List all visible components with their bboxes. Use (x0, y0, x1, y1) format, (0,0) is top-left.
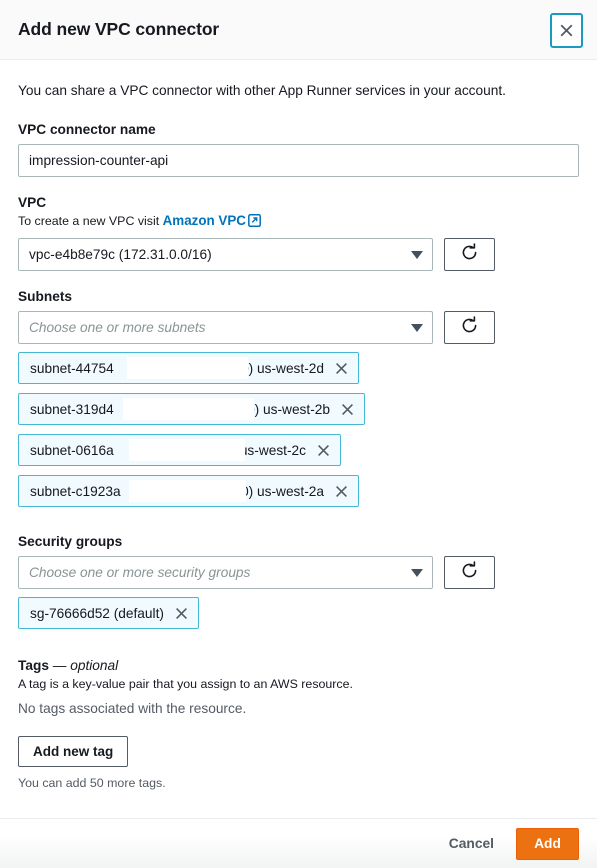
tags-heading-dash: — (48, 658, 71, 674)
subnet-token: subnet-44754 /20) us-west-2d (18, 352, 359, 385)
chevron-down-icon (411, 568, 423, 577)
security-groups-field: Security groups Choose one or more secur… (18, 534, 579, 638)
subnet-token: subnet-0616a 20) us-west-2c (18, 434, 341, 467)
vpc-field: VPC To create a new VPC visit Amazon VPC… (18, 195, 579, 272)
tags-heading-main: Tags (18, 658, 49, 674)
subnet-token-prefix: subnet-319d4 (30, 401, 114, 417)
subnet-token-prefix: subnet-c1923a (30, 483, 121, 499)
subnets-field: Subnets Choose one or more subnets subne… (18, 289, 579, 516)
subnet-token-remove-button[interactable] (316, 443, 331, 458)
vpc-label: VPC (18, 194, 47, 210)
close-icon (558, 22, 575, 39)
subnet-token-prefix: subnet-0616a (30, 442, 114, 458)
vpc-select[interactable]: vpc-e4b8e79c (172.31.0.0/16) (18, 238, 433, 272)
dialog-header: Add new VPC connector (0, 0, 597, 60)
vpc-refresh-button[interactable] (444, 238, 495, 272)
subnets-select-row: Choose one or more subnets (18, 311, 579, 345)
subnets-placeholder: Choose one or more subnets (29, 320, 206, 336)
tags-section: Tags — optional A tag is a key-value pai… (18, 658, 579, 790)
security-group-token-list: sg-76666d52 (default) (18, 597, 579, 638)
subnet-token: subnet-319d4 /20) us-west-2b (18, 393, 365, 426)
subnet-token-list: subnet-44754 /20) us-west-2d subnet-319d… (18, 352, 579, 516)
vpc-selected-value: vpc-e4b8e79c (172.31.0.0/16) (29, 247, 212, 263)
security-group-token-label: sg-76666d52 (default) (30, 605, 164, 621)
subnet-token-remove-button[interactable] (334, 484, 349, 499)
cancel-button[interactable]: Cancel (445, 830, 498, 857)
subnet-token-prefix: subnet-44754 (30, 360, 114, 376)
redaction-overlay (129, 480, 246, 503)
connector-name-input[interactable] (18, 143, 579, 177)
dialog-footer: Cancel Add (0, 818, 597, 868)
chevron-down-icon (411, 250, 423, 259)
security-groups-label: Security groups (18, 534, 123, 550)
security-group-token-remove-button[interactable] (174, 606, 189, 621)
tags-heading-optional: optional (70, 658, 119, 674)
external-link-icon (248, 213, 261, 232)
dialog-title: Add new VPC connector (18, 19, 220, 39)
vpc-select-row: vpc-e4b8e79c (172.31.0.0/16) (18, 238, 579, 272)
connector-name-label: VPC connector name (18, 121, 156, 137)
subnets-label: Subnets (18, 289, 72, 305)
add-button[interactable]: Add (516, 827, 579, 860)
refresh-icon (460, 561, 479, 585)
close-button[interactable] (550, 13, 583, 48)
security-groups-select-row: Choose one or more security groups (18, 556, 579, 590)
refresh-icon (460, 243, 479, 267)
amazon-vpc-link[interactable]: Amazon VPC (163, 213, 246, 228)
security-groups-placeholder: Choose one or more security groups (29, 565, 251, 581)
tags-empty-message: No tags associated with the resource. (18, 701, 247, 717)
chevron-down-icon (411, 323, 423, 332)
vpc-hint-prefix: To create a new VPC visit (18, 213, 163, 228)
subnets-select[interactable]: Choose one or more subnets (18, 311, 433, 345)
connector-name-field: VPC connector name (18, 122, 579, 177)
add-new-tag-button[interactable]: Add new tag (18, 736, 129, 768)
subnet-token-remove-button[interactable] (334, 361, 349, 376)
subnets-refresh-button[interactable] (444, 311, 495, 345)
redaction-overlay (123, 398, 254, 421)
refresh-icon (460, 316, 479, 340)
tags-heading: Tags — optional (18, 658, 579, 673)
redaction-overlay (129, 439, 245, 462)
tags-remaining-note: You can add 50 more tags. (18, 776, 166, 791)
dialog-body: You can share a VPC connector with other… (0, 60, 597, 818)
tags-description: A tag is a key-value pair that you assig… (18, 677, 353, 692)
subnet-token: subnet-c1923a /20) us-west-2a (18, 475, 359, 508)
security-groups-select[interactable]: Choose one or more security groups (18, 556, 433, 590)
security-group-token: sg-76666d52 (default) (18, 597, 199, 630)
vpc-hint: To create a new VPC visit Amazon VPC (18, 213, 579, 232)
subnet-token-remove-button[interactable] (340, 402, 355, 417)
intro-text: You can share a VPC connector with other… (18, 83, 506, 98)
add-vpc-connector-dialog: Add new VPC connector You can share a VP… (0, 0, 597, 868)
redaction-overlay (127, 357, 248, 380)
security-groups-refresh-button[interactable] (444, 556, 495, 590)
